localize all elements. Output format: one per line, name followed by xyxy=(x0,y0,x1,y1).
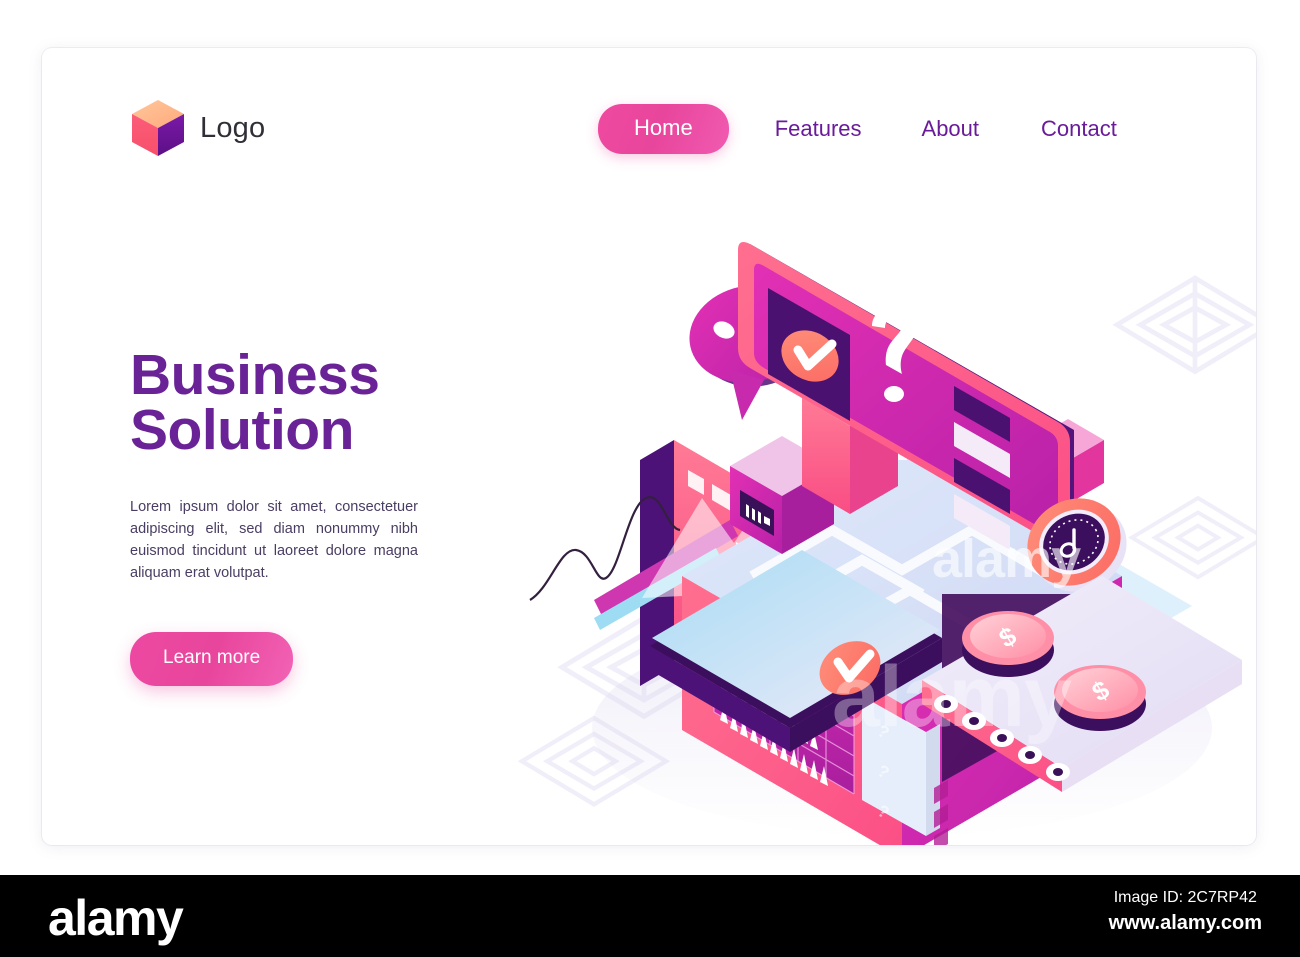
site-header: Logo Home Features About Contact xyxy=(42,48,1256,188)
image-id-label: Image ID: 2C7RP42 xyxy=(1113,889,1257,906)
footer-meta: Image ID: 2C7RP42 www.alamy.com xyxy=(1109,889,1262,935)
site-url-label: www.alamy.com xyxy=(1108,912,1262,934)
brand-name: Logo xyxy=(200,111,266,144)
nav-item-contact[interactable]: Contact xyxy=(1041,116,1117,142)
brand-logo[interactable]: Logo xyxy=(130,98,265,158)
hero-paragraph: Lorem ipsum dolor sit amet, consectetuer… xyxy=(130,498,418,581)
dollar-coin-2: $ xyxy=(1054,665,1146,731)
learn-more-button[interactable]: Learn more xyxy=(130,631,294,686)
dollar-coin-1: $ xyxy=(962,611,1054,677)
nav-item-about[interactable]: About xyxy=(922,116,980,142)
nav-item-features[interactable]: Features xyxy=(775,116,862,142)
cube-logo-icon xyxy=(130,98,186,158)
main-navigation: Home Features About Contact xyxy=(598,104,1117,154)
alamy-logo-text: alamy xyxy=(48,890,184,946)
nav-item-home[interactable]: Home xyxy=(598,104,729,154)
landing-page-card: Logo Home Features About Contact Busines… xyxy=(42,48,1256,845)
page-title-line-2: Solution xyxy=(130,398,354,463)
page-title: Business Solution xyxy=(130,347,460,463)
alamy-footer-bar: alamy Image ID: 2C7RP42 www.alamy.com xyxy=(0,875,1300,957)
isometric-business-illustration: ? ? ? $ $ alamy alamy xyxy=(502,198,1256,845)
right-face-slots xyxy=(934,780,948,845)
hero-copy-block: Business Solution Lorem ipsum dolor sit … xyxy=(130,347,460,686)
